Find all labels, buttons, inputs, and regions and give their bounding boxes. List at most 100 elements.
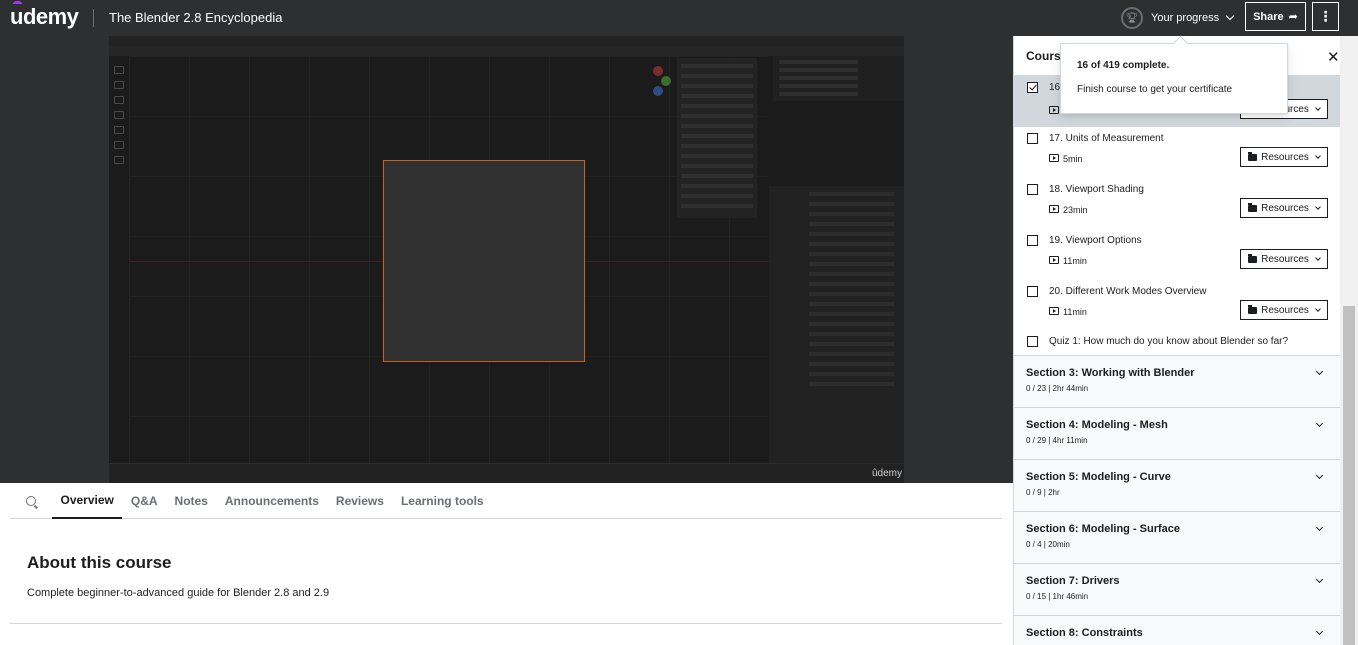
chevron-down-icon <box>1315 152 1321 159</box>
course-tabs: Overview Q&A Notes Announcements Reviews… <box>10 483 1002 519</box>
section-title: Section 7: Drivers <box>1026 575 1120 587</box>
chevron-down-icon <box>1315 471 1324 480</box>
section-header[interactable]: Section 8: Constraints <box>1014 616 1340 645</box>
top-header: udemy The Blender 2.8 Encyclopedia 🏆︎ Yo… <box>0 0 1358 36</box>
video-player[interactable]: ûdemy <box>109 36 904 483</box>
share-button[interactable]: Share ➦ <box>1245 2 1306 31</box>
blender-menubar <box>109 36 904 46</box>
resources-button[interactable]: Resources <box>1240 198 1328 218</box>
section-meta: 0 / 23 | 2hr 44min <box>1026 384 1089 393</box>
progress-label: Your progress <box>1151 12 1220 24</box>
resources-button[interactable]: Resources <box>1240 249 1328 269</box>
progress-popover: 16 of 419 complete. Finish course to get… <box>1060 43 1288 114</box>
lecture-title: 17. Units of Measurement <box>1049 133 1164 144</box>
lecture-title: 20. Different Work Modes Overview <box>1049 286 1207 297</box>
lecture-item[interactable]: 18. Viewport Shading 23min Resources <box>1014 178 1340 229</box>
lecture-title: 19. Viewport Options <box>1049 235 1142 246</box>
video-icon <box>1049 106 1059 114</box>
lecture-checkbox[interactable] <box>1027 133 1038 144</box>
lecture-duration: 5min <box>1063 154 1083 164</box>
share-label: Share <box>1253 10 1284 23</box>
chevron-down-icon <box>1225 11 1235 21</box>
trophy-icon: 🏆︎ <box>1121 7 1143 29</box>
blender-n-panel <box>677 58 757 218</box>
tab-learning-tools[interactable]: Learning tools <box>392 483 492 519</box>
lecture-item[interactable]: 19. Viewport Options 11min Resources <box>1014 229 1340 280</box>
chevron-down-icon <box>1315 523 1324 532</box>
chevron-down-icon <box>1315 305 1321 312</box>
section-meta: 0 / 9 | 2hr <box>1026 488 1060 497</box>
sidebar-scrollbar-thumb[interactable] <box>1343 306 1355 645</box>
folder-icon <box>1248 202 1258 212</box>
close-icon[interactable]: ✕ <box>1327 48 1340 66</box>
tab-overview[interactable]: Overview <box>52 483 123 519</box>
section-meta: 0 / 4 | 20min <box>1026 540 1070 549</box>
course-title[interactable]: The Blender 2.8 Encyclopedia <box>109 10 282 25</box>
progress-dropdown[interactable]: 🏆︎ Your progress <box>1121 4 1235 32</box>
resources-label: Resources <box>1261 253 1309 265</box>
content-divider <box>10 623 1002 624</box>
about-description: Complete beginner-to-advanced guide for … <box>27 587 330 599</box>
resources-label: Resources <box>1261 151 1309 163</box>
section-title: Section 5: Modeling - Curve <box>1026 471 1171 483</box>
section-header[interactable]: Section 7: Drivers 0 / 15 | 1hr 46min <box>1014 564 1340 616</box>
lecture-checkbox[interactable] <box>1027 286 1038 297</box>
blender-header <box>109 46 904 56</box>
lecture-duration: 23min <box>1063 205 1088 215</box>
section-meta: 0 / 29 | 4hr 11min <box>1026 436 1088 445</box>
video-icon <box>1049 154 1059 162</box>
resources-button[interactable]: Resources <box>1240 300 1328 320</box>
section-title: Section 4: Modeling - Mesh <box>1026 419 1168 431</box>
section-header[interactable]: Section 4: Modeling - Mesh 0 / 29 | 4hr … <box>1014 408 1340 460</box>
logo-text: udemy <box>10 4 79 29</box>
logo-hat-icon <box>13 1 22 6</box>
tab-qa[interactable]: Q&A <box>122 483 166 519</box>
lecture-item[interactable]: 20. Different Work Modes Overview 11min … <box>1014 280 1340 331</box>
video-icon <box>1049 205 1059 213</box>
chevron-down-icon <box>1315 367 1324 376</box>
gizmo-x-icon <box>653 66 663 76</box>
lecture-checkbox[interactable] <box>1027 82 1038 93</box>
lecture-checkbox[interactable] <box>1027 184 1038 195</box>
tab-notes[interactable]: Notes <box>166 483 216 519</box>
tab-reviews[interactable]: Reviews <box>327 483 392 519</box>
chevron-down-icon <box>1315 203 1321 210</box>
udemy-logo[interactable]: udemy <box>10 1 79 30</box>
gizmo-z-icon <box>653 86 663 96</box>
lecture-item[interactable]: 17. Units of Measurement 5min Resources <box>1014 127 1340 178</box>
certificate-note: Finish course to get your certificate <box>1077 84 1233 95</box>
chevron-down-icon <box>1315 419 1324 428</box>
folder-icon <box>1248 304 1258 314</box>
chevron-down-icon <box>1315 254 1321 261</box>
blender-outliner <box>773 56 904 101</box>
lecture-duration: 11min <box>1063 256 1087 266</box>
quiz-checkbox[interactable] <box>1027 336 1038 347</box>
search-button[interactable] <box>10 495 52 506</box>
header-divider <box>93 9 94 27</box>
quiz-item[interactable]: Quiz 1: How much do you know about Blend… <box>1014 331 1340 356</box>
section-title: Section 3: Working with Blender <box>1026 367 1195 379</box>
resources-label: Resources <box>1261 202 1309 214</box>
lecture-checkbox[interactable] <box>1027 235 1038 246</box>
tab-announcements[interactable]: Announcements <box>216 483 327 519</box>
section-header[interactable]: Section 5: Modeling - Curve 0 / 9 | 2hr <box>1014 460 1340 512</box>
section-header[interactable]: Section 3: Working with Blender 0 / 23 |… <box>1014 356 1340 408</box>
share-arrow-icon: ➦ <box>1288 11 1298 23</box>
folder-icon <box>1248 253 1258 263</box>
section-header[interactable]: Section 6: Modeling - Surface 0 / 4 | 20… <box>1014 512 1340 564</box>
blender-plane-object <box>383 160 585 362</box>
lecture-duration: 11min <box>1063 307 1087 317</box>
quiz-title: Quiz 1: How much do you know about Blend… <box>1049 336 1289 347</box>
resources-button[interactable]: Resources <box>1240 147 1328 167</box>
section-title: Section 6: Modeling - Surface <box>1026 523 1181 535</box>
chevron-down-icon <box>1315 627 1324 636</box>
about-heading: About this course <box>27 553 172 572</box>
folder-icon <box>1248 151 1258 161</box>
video-icon <box>1049 256 1059 264</box>
video-watermark: ûdemy <box>872 468 903 479</box>
search-icon <box>26 495 36 506</box>
course-content-sidebar: Course content ✕ 16. Resources 17. Units… <box>1013 36 1358 645</box>
video-area: ûdemy <box>0 36 1013 483</box>
lecture-title: 18. Viewport Shading <box>1049 184 1144 195</box>
more-options-button[interactable]: ⋮ <box>1312 2 1339 31</box>
